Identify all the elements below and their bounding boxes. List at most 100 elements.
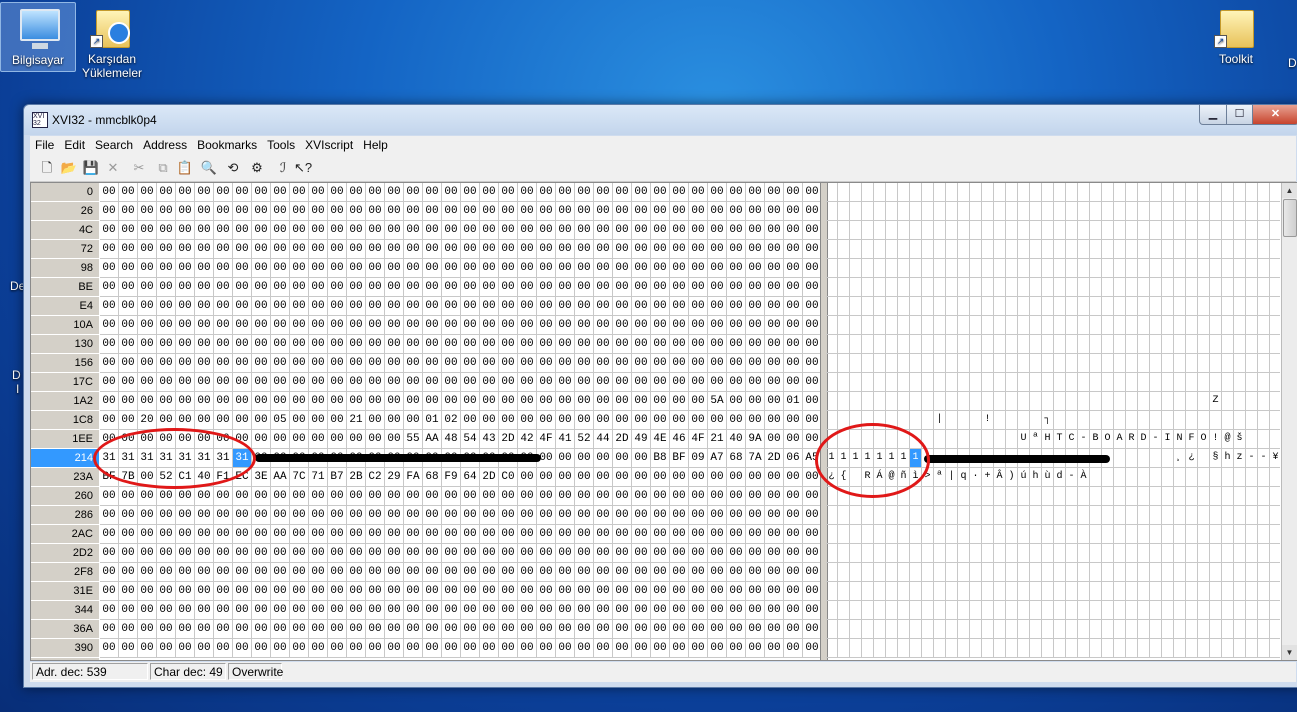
hex-byte-cell[interactable]: 00 — [366, 221, 385, 240]
hex-byte-cell[interactable]: 00 — [784, 468, 803, 487]
text-char-cell[interactable] — [862, 563, 874, 582]
text-char-cell[interactable] — [1126, 392, 1138, 411]
text-char-cell[interactable]: @ — [1222, 430, 1234, 449]
hex-byte-cell[interactable]: 00 — [157, 373, 176, 392]
hex-byte-cell[interactable]: 00 — [746, 506, 765, 525]
text-char-cell[interactable] — [1078, 240, 1090, 259]
text-char-cell[interactable] — [1162, 354, 1174, 373]
text-char-cell[interactable] — [826, 240, 838, 259]
text-char-cell[interactable] — [838, 354, 850, 373]
hex-byte-cell[interactable]: 00 — [575, 335, 594, 354]
text-char-cell[interactable] — [1198, 316, 1210, 335]
text-char-cell[interactable] — [1030, 259, 1042, 278]
text-char-cell[interactable] — [1150, 202, 1162, 221]
hex-byte-cell[interactable]: 00 — [290, 563, 309, 582]
text-char-cell[interactable] — [1126, 449, 1138, 468]
text-char-cell[interactable]: U — [1018, 430, 1030, 449]
text-char-cell[interactable] — [958, 373, 970, 392]
text-char-cell[interactable] — [1246, 468, 1258, 487]
text-char-cell[interactable] — [1138, 601, 1150, 620]
hex-byte-cell[interactable]: 00 — [423, 525, 442, 544]
hex-byte-cell[interactable]: 00 — [233, 335, 252, 354]
text-char-cell[interactable] — [946, 411, 958, 430]
hex-byte-cell[interactable]: 00 — [404, 202, 423, 221]
hex-byte-cell[interactable]: 00 — [328, 202, 347, 221]
hex-byte-cell[interactable]: 00 — [632, 487, 651, 506]
text-char-cell[interactable] — [1186, 525, 1198, 544]
hex-byte-cell[interactable]: 00 — [423, 183, 442, 202]
hex-byte-cell[interactable]: 00 — [271, 430, 290, 449]
hex-byte-cell[interactable]: 00 — [556, 468, 575, 487]
text-char-cell[interactable] — [1186, 620, 1198, 639]
hex-byte-cell[interactable]: 00 — [309, 487, 328, 506]
hex-byte-cell[interactable]: 00 — [613, 620, 632, 639]
hex-byte-cell[interactable]: 00 — [765, 373, 784, 392]
hex-byte-cell[interactable]: 00 — [613, 202, 632, 221]
text-char-cell[interactable] — [994, 620, 1006, 639]
hex-byte-cell[interactable]: 00 — [347, 430, 366, 449]
hex-byte-cell[interactable]: 00 — [499, 221, 518, 240]
hex-byte-cell[interactable]: 00 — [784, 506, 803, 525]
text-char-cell[interactable] — [886, 278, 898, 297]
hex-byte-cell[interactable]: 00 — [119, 525, 138, 544]
hex-byte-cell[interactable]: 00 — [442, 221, 461, 240]
hex-byte-cell[interactable]: 00 — [499, 335, 518, 354]
text-char-cell[interactable] — [862, 335, 874, 354]
hex-byte-cell[interactable]: 00 — [442, 563, 461, 582]
text-char-cell[interactable] — [1114, 354, 1126, 373]
text-char-cell[interactable] — [862, 392, 874, 411]
text-char-cell[interactable] — [1114, 297, 1126, 316]
hex-byte-cell[interactable]: 00 — [727, 525, 746, 544]
text-char-cell[interactable] — [1102, 373, 1114, 392]
text-char-cell[interactable] — [1270, 430, 1280, 449]
text-char-cell[interactable] — [1090, 487, 1102, 506]
hex-byte-cell[interactable]: 00 — [784, 639, 803, 658]
text-char-cell[interactable] — [1126, 601, 1138, 620]
text-char-cell[interactable] — [970, 411, 982, 430]
hex-byte-cell[interactable]: 00 — [404, 620, 423, 639]
hex-byte-cell[interactable]: 00 — [670, 392, 689, 411]
hex-byte-cell[interactable]: 00 — [290, 240, 309, 259]
text-char-cell[interactable] — [1270, 411, 1280, 430]
text-char-cell[interactable] — [970, 335, 982, 354]
text-char-cell[interactable] — [1270, 392, 1280, 411]
hex-byte-cell[interactable]: 00 — [404, 525, 423, 544]
hex-byte-cell[interactable]: 00 — [594, 373, 613, 392]
hex-byte-cell[interactable]: 00 — [727, 506, 746, 525]
hex-byte-cell[interactable]: 00 — [575, 639, 594, 658]
hex-byte-cell[interactable]: 43 — [480, 430, 499, 449]
hex-byte-cell[interactable]: 00 — [727, 202, 746, 221]
text-char-cell[interactable] — [1030, 639, 1042, 658]
text-char-cell[interactable]: · — [970, 468, 982, 487]
text-char-cell[interactable] — [994, 354, 1006, 373]
text-char-cell[interactable] — [1174, 354, 1186, 373]
hex-byte-cell[interactable]: 46 — [670, 430, 689, 449]
hex-byte-cell[interactable]: 00 — [727, 297, 746, 316]
hex-byte-cell[interactable]: 00 — [347, 278, 366, 297]
text-char-cell[interactable] — [1210, 373, 1222, 392]
text-char-cell[interactable] — [838, 506, 850, 525]
text-char-cell[interactable] — [1042, 240, 1054, 259]
text-char-cell[interactable] — [886, 506, 898, 525]
hex-byte-cell[interactable]: 00 — [518, 373, 537, 392]
text-char-cell[interactable]: C — [1066, 430, 1078, 449]
text-char-cell[interactable] — [850, 221, 862, 240]
text-char-cell[interactable] — [1186, 563, 1198, 582]
text-char-cell[interactable] — [1198, 563, 1210, 582]
hex-byte-cell[interactable]: 00 — [803, 411, 820, 430]
text-char-cell[interactable] — [1246, 620, 1258, 639]
text-char-cell[interactable] — [838, 221, 850, 240]
text-char-cell[interactable] — [874, 240, 886, 259]
text-char-cell[interactable] — [1174, 525, 1186, 544]
hex-byte-cell[interactable]: 00 — [119, 316, 138, 335]
text-char-cell[interactable] — [898, 582, 910, 601]
text-char-cell[interactable] — [1018, 563, 1030, 582]
hex-byte-cell[interactable]: 00 — [651, 392, 670, 411]
text-char-cell[interactable]: O — [1102, 430, 1114, 449]
hex-byte-cell[interactable]: 00 — [746, 202, 765, 221]
copy-icon[interactable]: ⧉ — [154, 159, 172, 177]
hex-byte-cell[interactable]: 00 — [613, 335, 632, 354]
text-char-cell[interactable] — [1162, 525, 1174, 544]
hex-byte-cell[interactable]: 00 — [328, 601, 347, 620]
hex-byte-cell[interactable]: 00 — [385, 240, 404, 259]
